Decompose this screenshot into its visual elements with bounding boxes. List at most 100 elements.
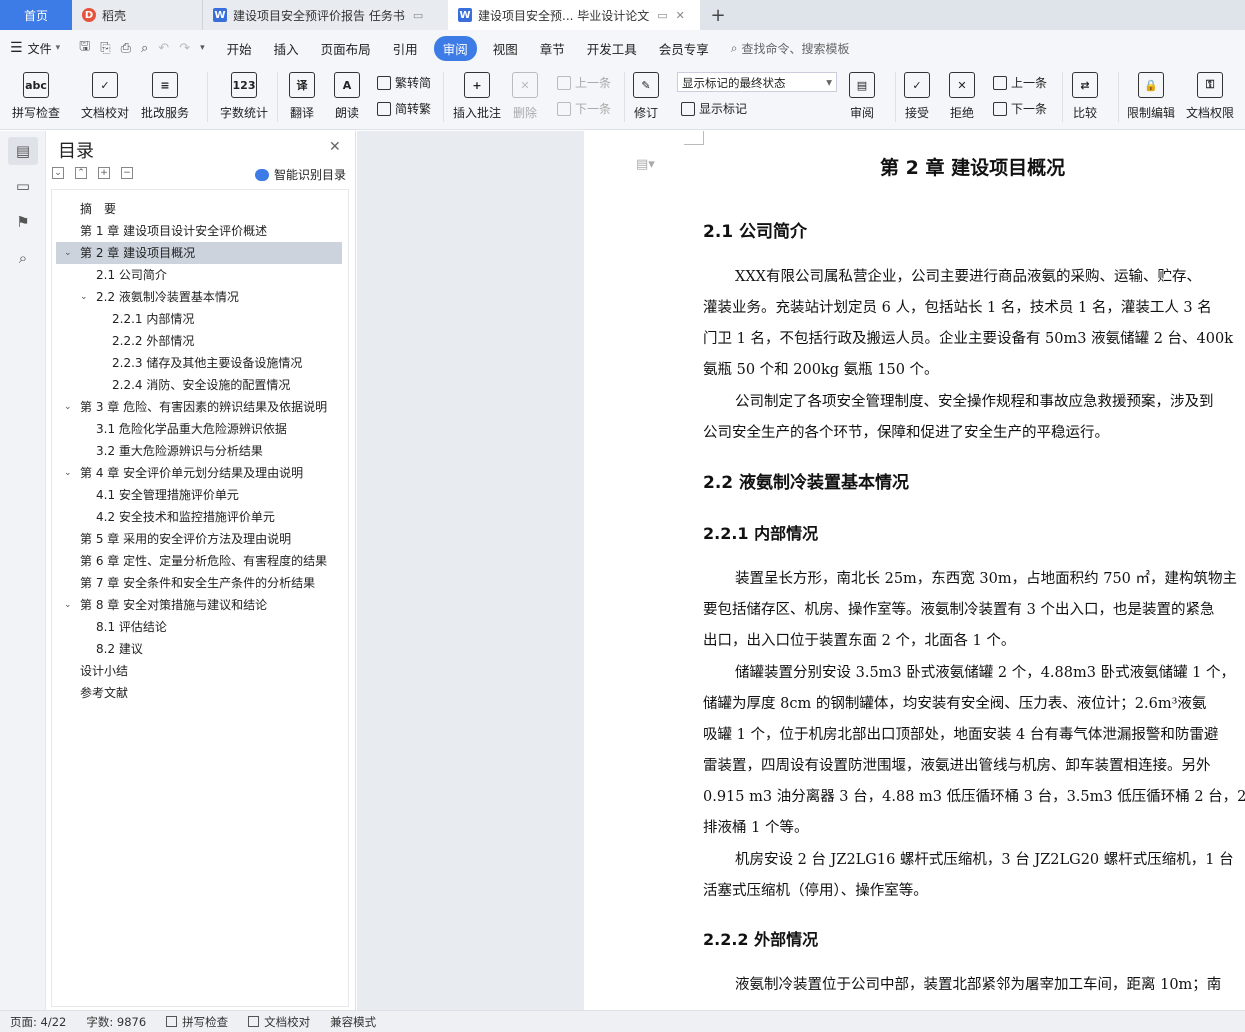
menu-reference[interactable]: 引用 xyxy=(393,39,418,58)
tab-document-thesis[interactable]: W 建设项目安全预... 毕业设计论文 ▭ ✕ xyxy=(448,0,700,30)
toc-item[interactable]: ⌄ 第 4 章 安全评价单元划分结果及理由说明 xyxy=(56,462,342,484)
toc-item[interactable]: ⌄ 第 8 章 安全对策措施与建议和结论 xyxy=(56,594,342,616)
screen-icon[interactable]: ▭ xyxy=(657,9,667,22)
chapter-nav-icon[interactable]: ▭ xyxy=(8,172,38,200)
toc-item-label: 2.1 公司简介 xyxy=(96,268,167,282)
chevron-down-icon[interactable]: ⌄ xyxy=(64,462,72,484)
reject-button[interactable]: ✕ 拒绝 xyxy=(949,72,975,121)
chevron-down-icon[interactable]: ⌄ xyxy=(64,242,72,264)
lock-icon: 🔒 xyxy=(1138,72,1164,98)
menu-layout[interactable]: 页面布局 xyxy=(321,39,371,58)
toc-item-label: 2.2.2 外部情况 xyxy=(112,334,195,348)
toc-item[interactable]: 2.1 公司简介 xyxy=(56,264,342,286)
document-page[interactable]: ▤▾ 第 2 章 建设项目概况 2.1 公司简介 XXX有限公司属私营企业，公司… xyxy=(584,131,1245,1010)
menu-chapter[interactable]: 章节 xyxy=(540,39,565,58)
toc-item[interactable]: 8.1 评估结论 xyxy=(56,616,342,638)
page-layout-icon[interactable]: ▤▾ xyxy=(636,157,655,172)
trad-to-simp-button[interactable]: 繁转简 xyxy=(377,74,431,91)
doc-permission-button[interactable]: ⚿ 文档权限 xyxy=(1186,72,1234,121)
export-icon[interactable]: ⎘ xyxy=(100,41,110,56)
doc-check-toggle[interactable]: 文档校对 xyxy=(248,1014,310,1030)
toc-item[interactable]: 4.1 安全管理措施评价单元 xyxy=(56,484,342,506)
toc-item[interactable]: 第 7 章 安全条件和安全生产条件的分析结果 xyxy=(56,572,342,594)
chevron-down-icon[interactable]: ⌄ xyxy=(80,286,88,308)
close-icon[interactable]: ✕ xyxy=(329,139,341,155)
screen-icon[interactable]: ▭ xyxy=(413,9,423,22)
new-tab-button[interactable]: + xyxy=(700,0,736,30)
tab-docer[interactable]: D 稻壳 xyxy=(72,0,202,30)
delete-comment-button[interactable]: ✕ 删除 xyxy=(512,72,538,121)
read-aloud-button[interactable]: A 朗读 xyxy=(334,72,360,121)
add-level-icon[interactable]: + xyxy=(98,167,110,179)
file-menu-label: 文件 xyxy=(27,41,52,56)
collapse-all-icon[interactable]: ⌃ xyxy=(75,167,87,179)
status-label: 拼写检查 xyxy=(182,1014,229,1029)
track-changes-button[interactable]: ✎ 修订 xyxy=(633,72,659,121)
spellcheck-toggle[interactable]: 拼写检查 xyxy=(166,1014,228,1030)
batch-service-button[interactable]: ≡ 批改服务 xyxy=(141,72,189,121)
chevron-down-icon[interactable]: ⌄ xyxy=(64,594,72,616)
toc-item[interactable]: 参考文献 xyxy=(56,682,342,704)
next-change-button[interactable]: 下一条 xyxy=(993,100,1047,117)
doc-check-button[interactable]: ✓ 文档校对 xyxy=(81,72,129,121)
toc-item[interactable]: ⌄ 第 3 章 危险、有害因素的辨识结果及依据说明 xyxy=(56,396,342,418)
page-indicator[interactable]: 页面: 4/22 xyxy=(10,1014,66,1030)
next-comment-button[interactable]: 下一条 xyxy=(557,100,611,117)
show-markup-button[interactable]: 显示标记 xyxy=(681,100,747,117)
toc-item[interactable]: 8.2 建议 xyxy=(56,638,342,660)
markup-state-select[interactable]: 显示标记的最终状态 xyxy=(677,72,837,92)
undo-icon[interactable]: ↶ xyxy=(158,41,169,56)
translate-button[interactable]: 译翻译 xyxy=(289,72,315,121)
toc-item[interactable]: ⌄ 2.2 液氨制冷装置基本情况 xyxy=(56,286,342,308)
tab-document-task[interactable]: W 建设项目安全预评价报告 任务书 ▭ xyxy=(202,0,448,30)
toc-item[interactable]: 第 6 章 定性、定量分析危险、有害程度的结果 xyxy=(56,550,342,572)
accept-button[interactable]: ✓ 接受 xyxy=(904,72,930,121)
insert-comment-button[interactable]: + 插入批注 xyxy=(453,72,501,121)
menu-devtools[interactable]: 开发工具 xyxy=(587,39,637,58)
save-icon[interactable]: 🖫 xyxy=(79,37,90,59)
toc-item[interactable]: 第 1 章 建设项目设计安全评价概述 xyxy=(56,220,342,242)
word-count-indicator[interactable]: 字数: 9876 xyxy=(86,1014,146,1030)
expand-all-icon[interactable]: ⌄ xyxy=(52,167,64,179)
toc-item[interactable]: 2.2.2 外部情况 xyxy=(56,330,342,352)
toc-item[interactable]: 4.2 安全技术和监控措施评价单元 xyxy=(56,506,342,528)
paragraph-line: 公司安全生产的各个环节，保障和促进了安全生产的平稳运行。 xyxy=(703,425,1109,441)
review-pane-button[interactable]: ▤ 审阅 xyxy=(849,72,875,121)
menu-review[interactable]: 审阅 xyxy=(433,35,477,61)
compare-button[interactable]: ⇄ 比较 xyxy=(1072,72,1098,121)
toc-item[interactable]: ⌄ 第 2 章 建设项目概况 xyxy=(56,242,342,264)
print-preview-icon[interactable]: ⌕ xyxy=(141,41,148,56)
bookmark-icon[interactable]: ⚑ xyxy=(8,208,38,236)
search-icon[interactable]: ⌕ xyxy=(8,244,38,272)
word-count-button[interactable]: 123 字数统计 xyxy=(220,72,268,121)
smart-toc-button[interactable]: 智能识别目录 xyxy=(255,166,346,183)
toc-panel-icon[interactable]: ▤ xyxy=(8,137,38,165)
restrict-edit-button[interactable]: 🔒 限制编辑 xyxy=(1127,72,1175,121)
tab-home[interactable]: 首页 xyxy=(0,0,72,30)
toc-item[interactable]: 3.2 重大危险源辨识与分析结果 xyxy=(56,440,342,462)
toc-item[interactable]: 3.1 危险化学品重大危险源辨识依据 xyxy=(56,418,342,440)
command-search[interactable]: ⌕ 查找命令、搜索模板 xyxy=(731,40,850,57)
toc-item[interactable]: 设计小结 xyxy=(56,660,342,682)
simp-to-trad-button[interactable]: 简转繁 xyxy=(377,100,431,117)
toc-item[interactable]: 2.2.3 储存及其他主要设备设施情况 xyxy=(56,352,342,374)
toc-item[interactable]: 摘 要 xyxy=(56,198,342,220)
toc-item[interactable]: 2.2.4 消防、安全设施的配置情况 xyxy=(56,374,342,396)
toc-item[interactable]: 第 5 章 采用的安全评价方法及理由说明 xyxy=(56,528,342,550)
chevron-down-icon[interactable]: ⌄ xyxy=(64,396,72,418)
menu-member[interactable]: 会员专享 xyxy=(659,39,709,58)
toc-item-label: 摘 要 xyxy=(80,202,117,216)
file-menu[interactable]: ☰ 文件 ▾ xyxy=(10,40,60,57)
menu-insert[interactable]: 插入 xyxy=(274,39,299,58)
close-tab-icon[interactable]: ✕ xyxy=(676,9,685,22)
print-icon[interactable]: ⎙ xyxy=(121,41,131,56)
menu-view[interactable]: 视图 xyxy=(493,39,518,58)
menu-start[interactable]: 开始 xyxy=(227,39,252,58)
prev-comment-button[interactable]: 上一条 xyxy=(557,74,611,91)
toc-item[interactable]: 2.2.1 内部情况 xyxy=(56,308,342,330)
chevron-down-icon[interactable]: ▾ xyxy=(200,43,205,53)
spellcheck-button[interactable]: abc 拼写检查 xyxy=(12,72,60,121)
redo-icon[interactable]: ↷ xyxy=(179,41,190,56)
prev-change-button[interactable]: 上一条 xyxy=(993,74,1047,91)
remove-level-icon[interactable]: − xyxy=(121,167,133,179)
